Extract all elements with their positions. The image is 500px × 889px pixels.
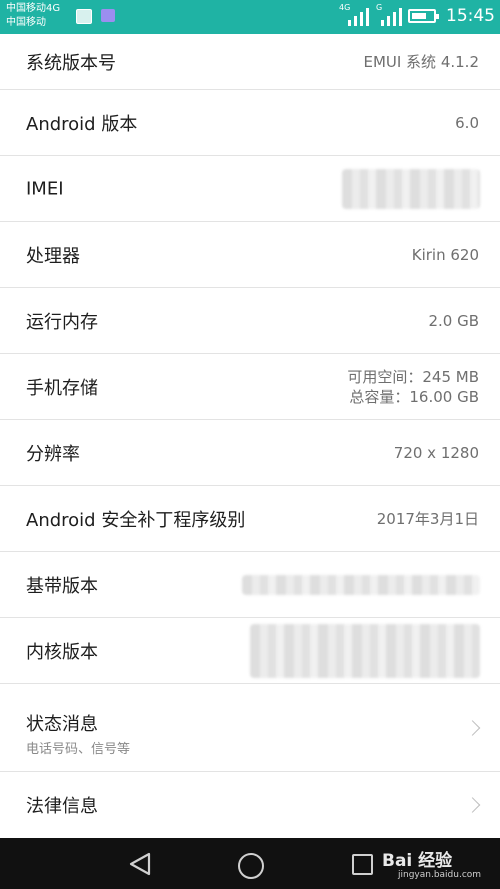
item-label: 法律信息 [26,796,98,817]
item-value: 720 x 1280 [393,443,479,462]
watermark-url: jingyan.baidu.com [398,870,482,880]
back-icon[interactable] [129,852,151,876]
list-item-baseband[interactable]: 基带版本 [0,552,500,618]
item-label: 运行内存 [26,311,98,333]
item-label: 系统版本号 [26,52,116,74]
recent-apps-icon[interactable] [352,854,373,875]
message-notification-icon [101,9,115,22]
list-item-ram[interactable]: 运行内存 2.0 GB [0,288,500,354]
chevron-right-icon [464,797,481,813]
list-item-storage[interactable]: 手机存储 可用空间：245 MB 总容量：16.00 GB [0,354,500,420]
redacted-value [250,623,480,678]
storage-available: 可用空间：245 MB [347,367,479,386]
signal-strength-icon [348,8,369,26]
list-item-android-version[interactable]: Android 版本 6.0 [0,90,500,156]
item-subtitle: 电话号码、信号等 [26,742,131,757]
navigation-bar: Bai 经验 jingyan.baidu.com [0,838,500,889]
item-value: 可用空间：245 MB 总容量：16.00 GB [347,367,479,407]
storage-total: 总容量：16.00 GB [349,387,479,406]
carrier-1: 中国移动4G [6,3,61,14]
about-phone-list: 系统版本号 EMUI 系统 4.1.2 Android 版本 6.0 IMEI … [0,34,500,838]
redacted-value [342,168,480,209]
item-label: 手机存储 [26,377,98,399]
list-item-security-patch[interactable]: Android 安全补丁程序级别 2017年3月1日 [0,486,500,552]
item-value: EMUI 系统 4.1.2 [363,52,479,71]
watermark-brand: Bai 经验 [382,851,453,871]
item-label: IMEI [26,178,64,199]
list-item-resolution[interactable]: 分辨率 720 x 1280 [0,420,500,486]
item-label: 处理器 [26,245,80,267]
watermark: Bai 经验 jingyan.baidu.com [382,846,481,880]
item-value: 2.0 GB [428,311,479,330]
list-item-system-version[interactable]: 系统版本号 EMUI 系统 4.1.2 [0,34,500,90]
chevron-right-icon [464,719,481,736]
carrier-2: 中国移动 [6,17,46,28]
list-item-status[interactable]: 状态消息 电话号码、信号等 [0,684,500,772]
image-notification-icon [76,9,92,24]
battery-icon [408,9,439,23]
item-label: Android 安全补丁程序级别 [26,509,246,531]
signal-strength-2-icon [381,8,402,26]
list-item-kernel[interactable]: 内核版本 [0,618,500,684]
item-value: Kirin 620 [411,245,479,264]
redacted-value [242,574,480,595]
status-bar: 中国移动4G 中国移动 4G G 15:45 [0,0,500,34]
item-value: 6.0 [455,113,479,132]
item-value: 2017年3月1日 [376,509,479,528]
list-item-processor[interactable]: 处理器 Kirin 620 [0,222,500,288]
carrier-info: 中国移动4G 中国移动 [6,2,60,30]
item-label: 状态消息 [26,714,98,735]
item-label: 基带版本 [26,575,98,597]
list-item-legal[interactable]: 法律信息 [0,772,500,838]
item-label: 内核版本 [26,641,98,663]
home-icon[interactable] [238,853,264,879]
list-item-imei[interactable]: IMEI [0,156,500,222]
item-label: 分辨率 [26,443,80,465]
item-label: Android 版本 [26,113,138,135]
clock: 15:45 [446,6,495,26]
